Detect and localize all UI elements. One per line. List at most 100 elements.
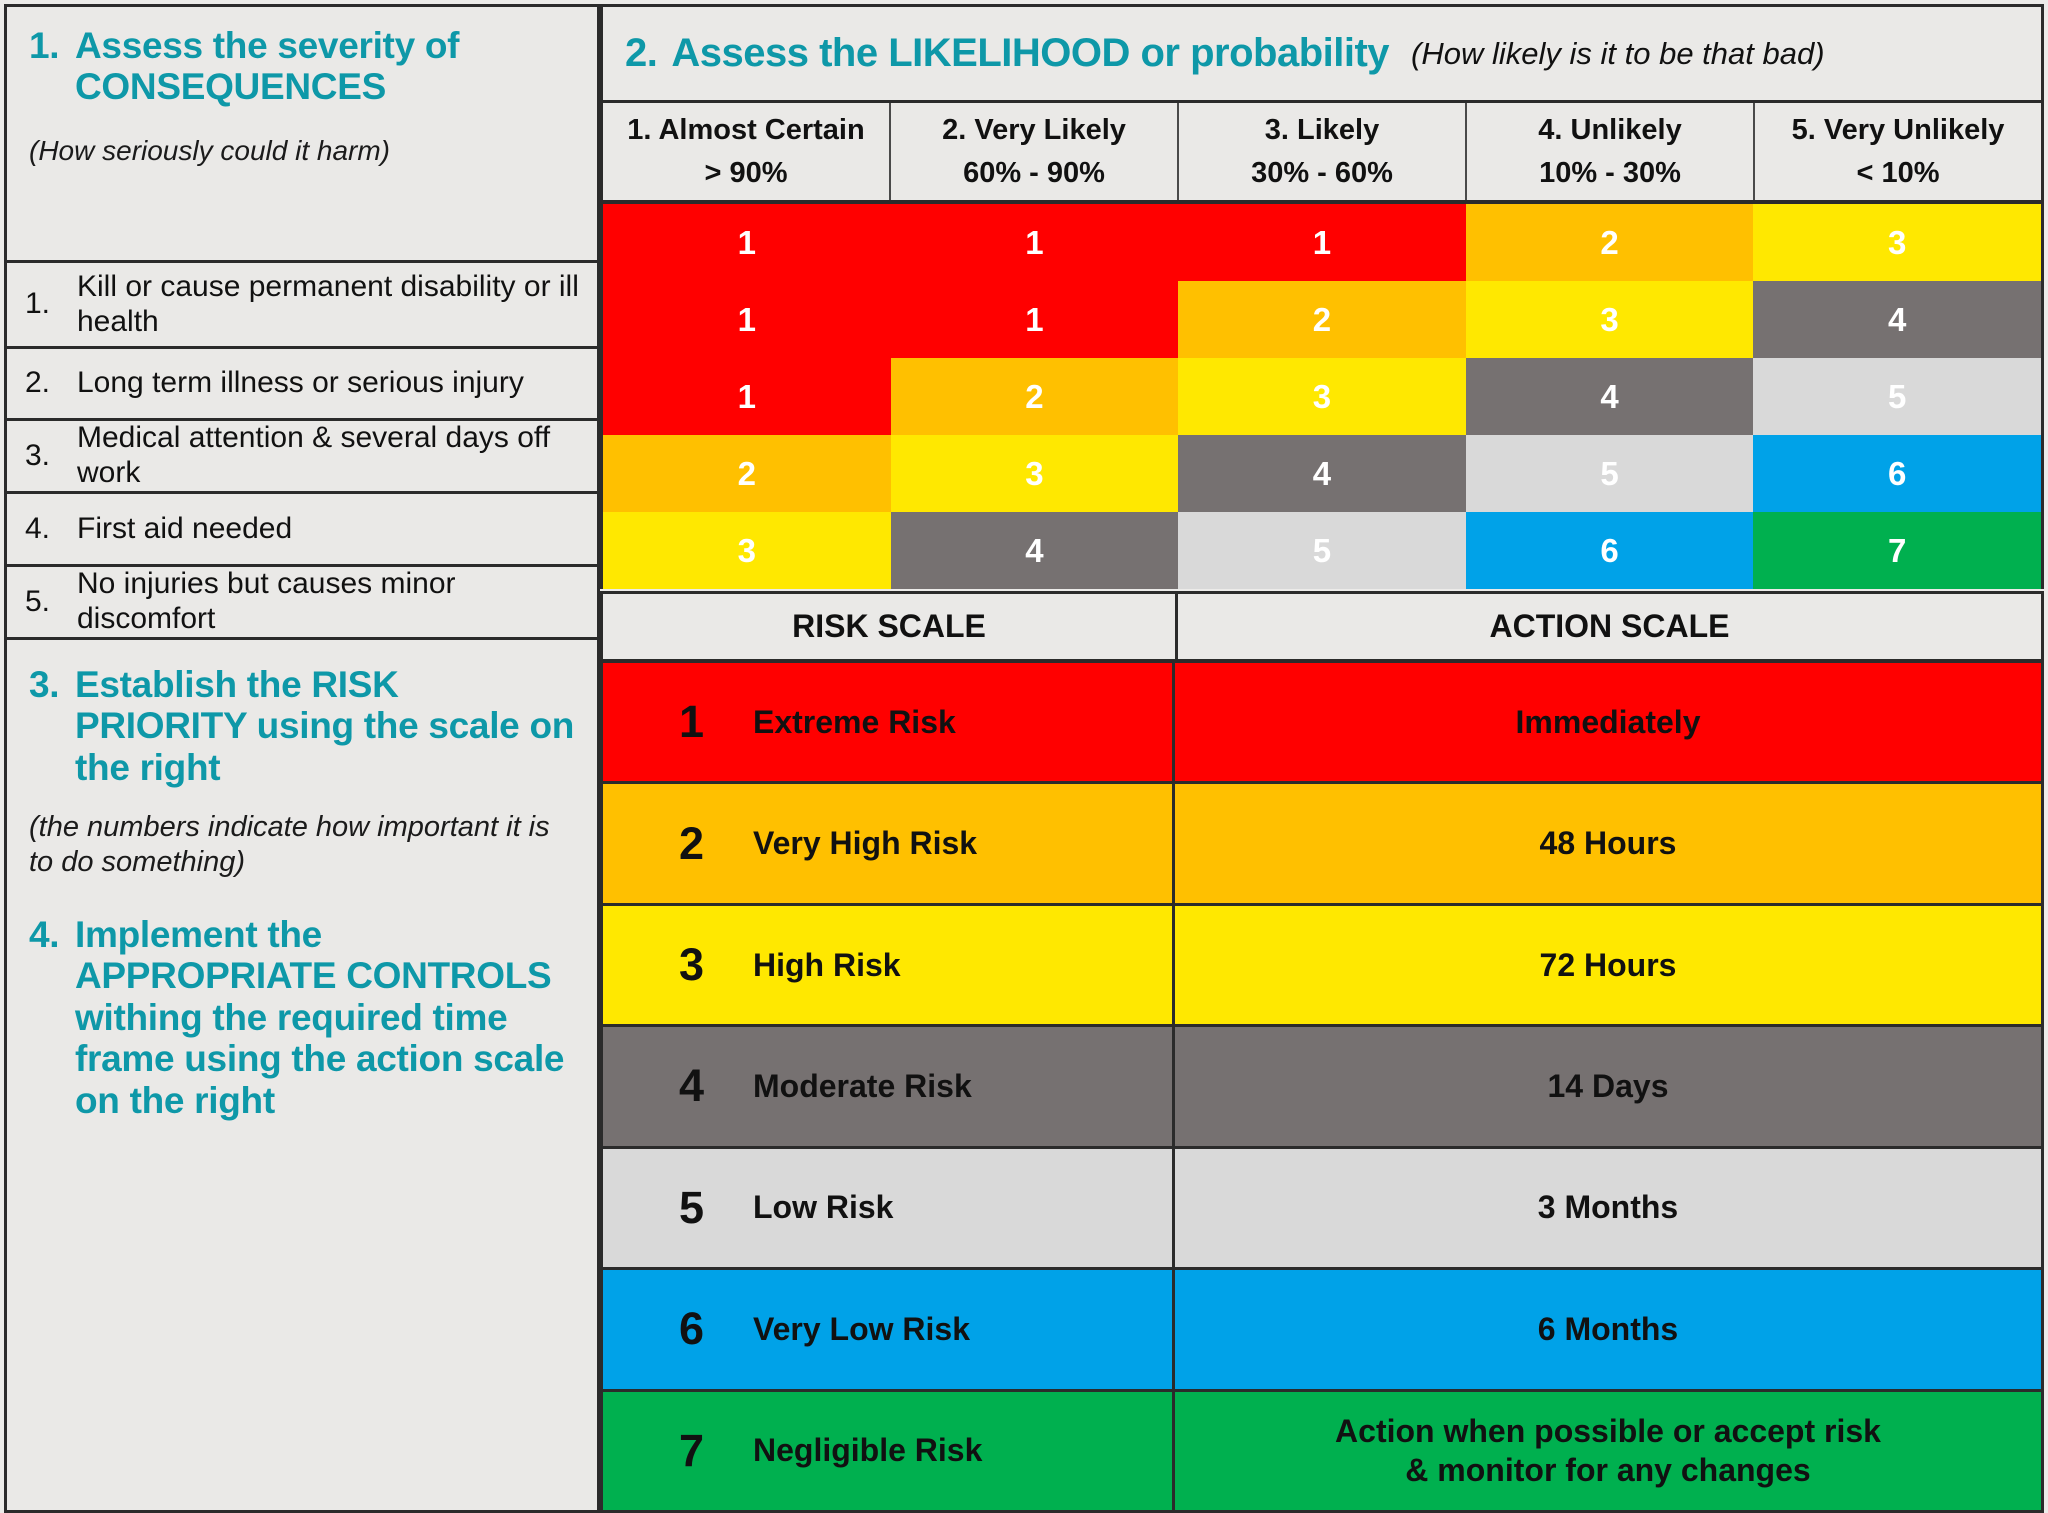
action-scale-cell-2[interactable]: 48 Hours bbox=[1175, 784, 2041, 903]
risk-level-number-7: 7 bbox=[679, 1424, 705, 1476]
risk-level-label-4: Moderate Risk bbox=[753, 1067, 972, 1104]
severity-row-4: 4. First aid needed bbox=[4, 491, 600, 567]
matrix-cell-r5-c1[interactable]: 3 bbox=[603, 512, 891, 589]
step-2-title: Assess the LIKELIHOOD or probability bbox=[671, 31, 1390, 75]
likelihood-header-5-range: < 10% bbox=[1856, 156, 1940, 189]
risk-level-number-4: 4 bbox=[679, 1060, 705, 1112]
severity-row-3-text: Medical attention & several days off wor… bbox=[77, 421, 551, 489]
matrix-cell-r4-c4[interactable]: 5 bbox=[1465, 435, 1754, 512]
scale-row-6: 6 Very Low Risk 6 Months bbox=[603, 1270, 2041, 1392]
likelihood-header-5: 5. Very Unlikely < 10% bbox=[1755, 103, 2041, 200]
matrix-cell-r2-c4[interactable]: 3 bbox=[1465, 281, 1754, 358]
scale-row-1: 1 Extreme Risk Immediately bbox=[603, 663, 2041, 785]
matrix-cell-r3-c3[interactable]: 3 bbox=[1178, 358, 1466, 435]
matrix-cell-r3-c2[interactable]: 2 bbox=[890, 358, 1179, 435]
step-3-subtitle: (the numbers indicate how important it i… bbox=[29, 811, 550, 879]
likelihood-header-3: 3. Likely 30% - 60% bbox=[1179, 103, 1467, 200]
likelihood-header-3-range: 30% - 60% bbox=[1251, 156, 1393, 189]
likelihood-header-1-label: 1. Almost Certain bbox=[627, 114, 865, 147]
action-scale-cell-6[interactable]: 6 Months bbox=[1175, 1270, 2041, 1389]
matrix-cell-r3-c4[interactable]: 4 bbox=[1465, 358, 1754, 435]
matrix-cell-r3-c5[interactable]: 5 bbox=[1753, 358, 2041, 435]
matrix-row: 34567 bbox=[603, 512, 2041, 589]
risk-level-number-1: 1 bbox=[679, 696, 705, 748]
risk-scale-cell-5[interactable]: 5 Low Risk bbox=[603, 1148, 1175, 1268]
scale-header-row: RISK SCALE ACTION SCALE bbox=[600, 591, 2044, 663]
matrix-row: 11123 bbox=[603, 204, 2041, 281]
step-4-title: Implement the APPROPRIATE CONTROLS withi… bbox=[75, 913, 565, 1121]
risk-scale-cell-1[interactable]: 1 Extreme Risk bbox=[603, 663, 1175, 782]
matrix-row: 11234 bbox=[603, 281, 2041, 358]
likelihood-header-4-label: 4. Unlikely bbox=[1538, 114, 1682, 147]
likelihood-header-2-label: 2. Very Likely bbox=[942, 114, 1126, 147]
likelihood-header-4: 4. Unlikely 10% - 30% bbox=[1467, 103, 1755, 200]
scale-row-5: 5 Low Risk 3 Months bbox=[603, 1148, 2041, 1271]
step-2-subtitle: (How likely is it to be that bad) bbox=[1411, 35, 1825, 71]
action-scale-cell-4[interactable]: 14 Days bbox=[1175, 1027, 2041, 1146]
matrix-cell-r2-c2[interactable]: 1 bbox=[890, 281, 1179, 358]
severity-list: 1. Kill or cause permanent disability or… bbox=[4, 260, 600, 640]
likelihood-header-1: 1. Almost Certain > 90% bbox=[603, 103, 891, 200]
severity-row-4-text: First aid needed bbox=[77, 511, 293, 545]
risk-level-number-5: 5 bbox=[679, 1181, 705, 1233]
step-4-heading: 4. Implement the APPROPRIATE CONTROLS wi… bbox=[29, 914, 575, 1121]
likelihood-header-2-range: 60% - 90% bbox=[963, 156, 1105, 189]
severity-row-3-number: 3. bbox=[25, 438, 51, 472]
matrix-cell-r5-c2[interactable]: 4 bbox=[890, 512, 1179, 589]
severity-row-4-number: 4. bbox=[25, 511, 51, 545]
matrix-cell-r4-c1[interactable]: 2 bbox=[603, 435, 891, 512]
matrix-cell-r1-c4[interactable]: 2 bbox=[1465, 204, 1754, 281]
risk-scale-cell-3[interactable]: 3 High Risk bbox=[603, 905, 1175, 1025]
matrix-cell-r4-c5[interactable]: 6 bbox=[1753, 435, 2041, 512]
matrix-cell-r1-c1[interactable]: 1 bbox=[603, 204, 891, 281]
matrix-cell-r4-c3[interactable]: 4 bbox=[1178, 435, 1466, 512]
matrix-cell-r2-c1[interactable]: 1 bbox=[603, 281, 891, 358]
matrix-cell-r4-c2[interactable]: 3 bbox=[890, 435, 1179, 512]
matrix-cell-r5-c4[interactable]: 6 bbox=[1465, 512, 1754, 589]
matrix-cell-r2-c5[interactable]: 4 bbox=[1753, 281, 2041, 358]
action-scale-cell-1[interactable]: Immediately bbox=[1175, 663, 2041, 782]
matrix-row: 12345 bbox=[603, 358, 2041, 435]
severity-row-2: 2. Long term illness or serious injury bbox=[4, 346, 600, 421]
risk-level-number-3: 3 bbox=[679, 939, 705, 991]
severity-row-5-text: No injuries but causes minor discomfort bbox=[77, 567, 456, 635]
matrix-cell-r1-c2[interactable]: 1 bbox=[890, 204, 1179, 281]
severity-row-1: 1. Kill or cause permanent disability or… bbox=[4, 260, 600, 349]
severity-row-5-number: 5. bbox=[25, 584, 51, 618]
matrix-cell-r5-c5[interactable]: 7 bbox=[1753, 512, 2041, 589]
step-1-heading: 1. Assess the severity of CONSEQUENCES bbox=[29, 25, 575, 108]
severity-row-1-text: Kill or cause permanent disability or il… bbox=[77, 269, 579, 338]
risk-level-label-2: Very High Risk bbox=[753, 825, 978, 862]
matrix-cell-r1-c5[interactable]: 3 bbox=[1753, 204, 2041, 281]
right-column: 2. Assess the LIKELIHOOD or probability … bbox=[600, 0, 2048, 1513]
matrix-cell-r1-c3[interactable]: 1 bbox=[1178, 204, 1466, 281]
matrix-row: 23456 bbox=[603, 435, 2041, 512]
likelihood-header-2: 2. Very Likely 60% - 90% bbox=[891, 103, 1179, 200]
scale-row-3: 3 High Risk 72 Hours bbox=[603, 905, 2041, 1028]
risk-scale-cell-6[interactable]: 6 Very Low Risk bbox=[603, 1270, 1175, 1389]
risk-level-label-5: Low Risk bbox=[753, 1189, 894, 1226]
left-column: 1. Assess the severity of CONSEQUENCES (… bbox=[0, 0, 600, 1513]
step-1-number: 1. bbox=[29, 25, 60, 66]
action-scale-cell-5[interactable]: 3 Months bbox=[1175, 1148, 2041, 1268]
action-scale-cell-7[interactable]: Action when possible or accept risk & mon… bbox=[1175, 1391, 2041, 1510]
step-3-heading: 3. Establish the RISK PRIORITY using the… bbox=[29, 664, 575, 788]
risk-scale-cell-2[interactable]: 2 Very High Risk bbox=[603, 784, 1175, 903]
scale-row-7: 7 Negligible Risk Action when possible or … bbox=[603, 1391, 2041, 1510]
severity-row-5: 5. No injuries but causes minor discomfo… bbox=[4, 564, 600, 640]
action-scale-cell-3[interactable]: 72 Hours bbox=[1175, 905, 2041, 1025]
matrix-cell-r5-c3[interactable]: 5 bbox=[1178, 512, 1466, 589]
matrix-cell-r2-c3[interactable]: 2 bbox=[1178, 281, 1466, 358]
risk-scale-cell-7[interactable]: 7 Negligible Risk bbox=[603, 1391, 1175, 1510]
severity-row-2-number: 2. bbox=[25, 366, 51, 400]
step-2-likelihood-heading: 2. Assess the LIKELIHOOD or probability … bbox=[600, 4, 2044, 100]
risk-matrix-page: 1. Assess the severity of CONSEQUENCES (… bbox=[0, 0, 2048, 1513]
step-3-title: Establish the RISK PRIORITY using the sc… bbox=[75, 664, 575, 788]
steps-3-and-4-panel: 3. Establish the RISK PRIORITY using the… bbox=[4, 637, 600, 1513]
risk-level-label-1: Extreme Risk bbox=[753, 703, 956, 740]
risk-level-number-2: 2 bbox=[679, 817, 705, 869]
matrix-cell-r3-c1[interactable]: 1 bbox=[603, 358, 891, 435]
severity-row-1-number: 1. bbox=[25, 287, 51, 321]
risk-scale-cell-4[interactable]: 4 Moderate Risk bbox=[603, 1027, 1175, 1146]
